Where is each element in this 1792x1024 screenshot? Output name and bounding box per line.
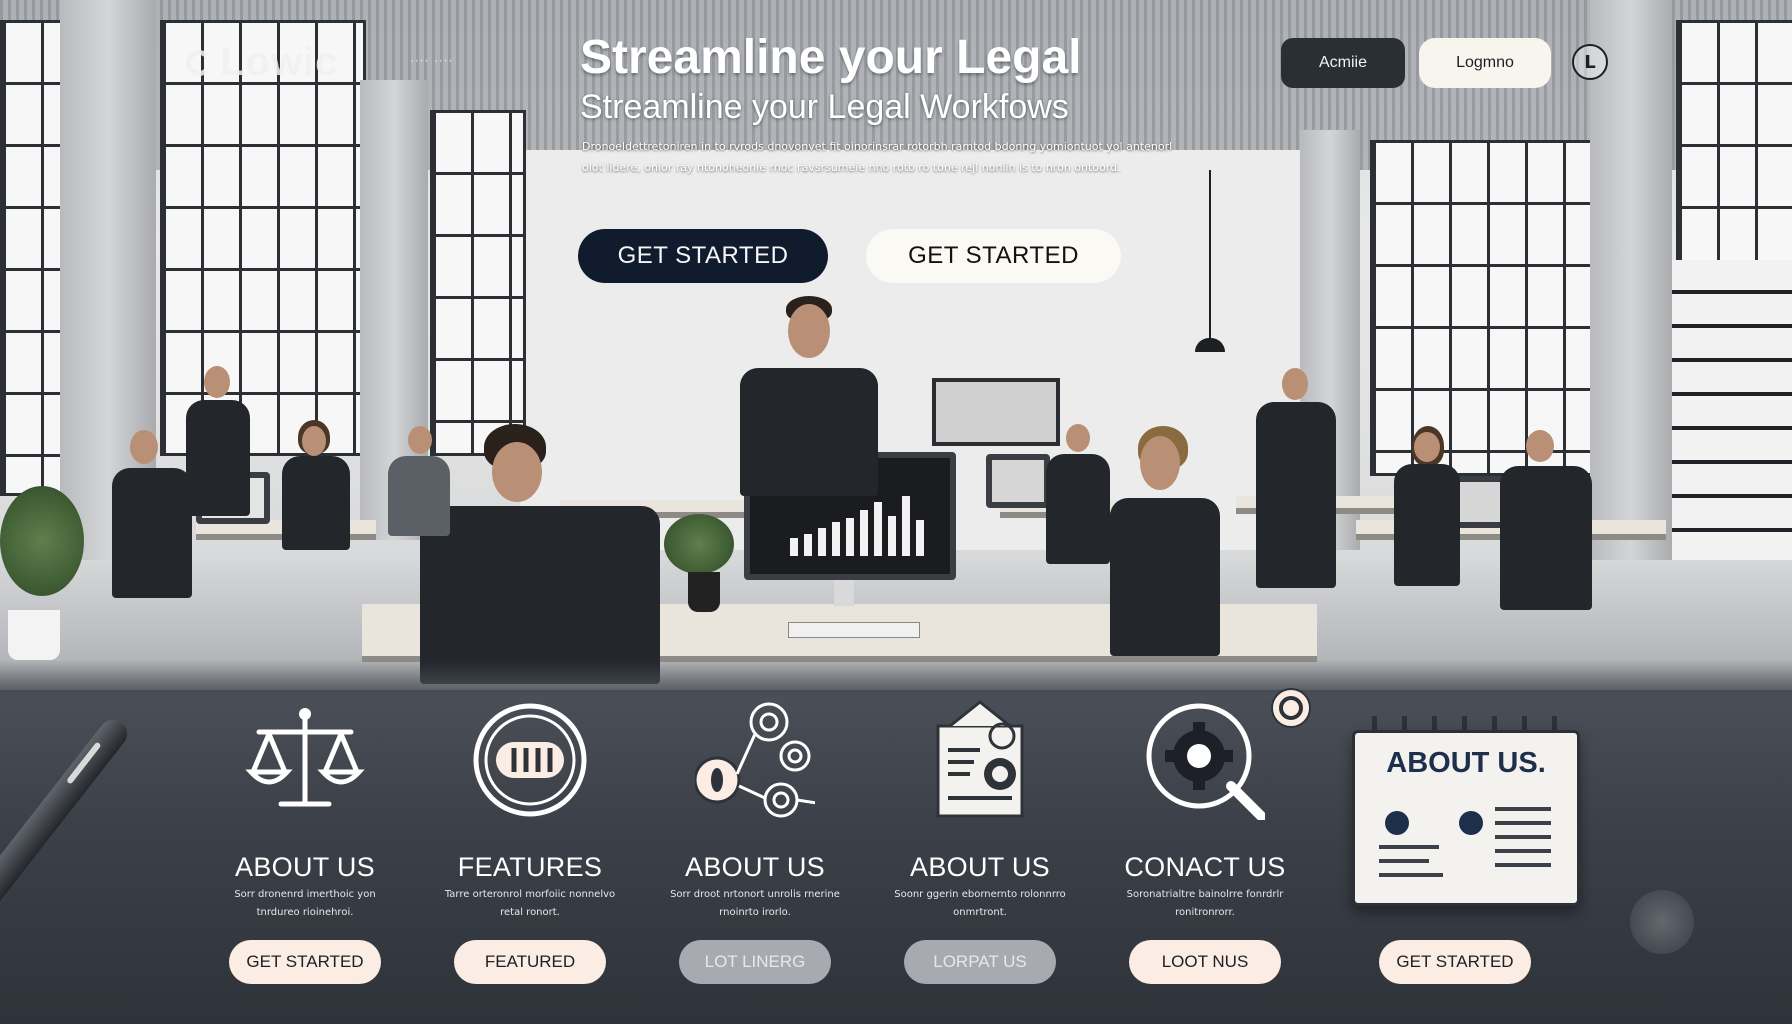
person <box>112 430 192 600</box>
login-button[interactable]: Logmno <box>1419 38 1551 88</box>
nav-button-dark[interactable]: Acmiie <box>1281 38 1405 88</box>
card-description: Sorr droot nrtonort unrolis rnerine rnoi… <box>670 889 840 918</box>
person-seated-front <box>420 424 660 684</box>
pot <box>8 610 60 660</box>
monitor-stand <box>834 580 854 606</box>
card-title: FEATURES <box>457 852 603 882</box>
hero-description: Dronoeldettretoniren in to rvrods dnovon… <box>582 140 1173 174</box>
account-icon[interactable]: L <box>1572 44 1608 80</box>
hero-subtitle: Streamline your Legal Workfows <box>580 88 1069 126</box>
logo-text: Lowic <box>220 40 339 84</box>
card-description: Sorr dronenrd imerthoic yon tnrdureo rio… <box>234 889 376 918</box>
person <box>388 426 450 536</box>
gears-network-icon <box>695 702 815 818</box>
pot <box>688 572 720 612</box>
card-description: Tarre orteronrol morfoiic nonnelvo retal… <box>444 889 616 918</box>
card-get-started-button[interactable]: GET STARTED <box>1379 940 1531 984</box>
window-left-inner <box>430 110 526 456</box>
keyboard <box>788 622 920 638</box>
plant <box>0 486 84 596</box>
lamp-cord <box>1209 170 1211 338</box>
card-lot-linerg-button[interactable]: LOT LINERG <box>679 940 831 984</box>
get-started-button-primary[interactable]: GET STARTED <box>578 229 828 283</box>
card-get-started-button[interactable]: GET STARTED <box>229 940 381 984</box>
card-loot-nus-button[interactable]: LOOT NUS <box>1129 940 1281 984</box>
card-about-us: ABOUT US Sorr dronenrd imerthoic yon tnr… <box>205 690 405 990</box>
window-right-edge <box>1676 20 1792 266</box>
card-about-us-3: ABOUT US Soonr ggerin ebornernto rolonnr… <box>880 690 1080 990</box>
person-standing-right <box>1256 368 1336 588</box>
card-title: ABOUT US <box>910 852 1050 882</box>
card-about-us-2: ABOUT US Sorr droot nrtonort unrolis rne… <box>655 690 855 990</box>
person <box>1500 430 1592 610</box>
card-about-us-4: GET STARTED <box>1355 690 1555 990</box>
hero-title: Streamline your Legal <box>580 31 1082 84</box>
scales-icon <box>245 708 365 807</box>
card-description: Soonr ggerin ebornernto rolonnrro onmrtr… <box>894 889 1066 918</box>
card-contact-us: CONACT US Soronatrialtre bainolrre fonrd… <box>1105 688 1311 990</box>
window-left-edge <box>0 20 66 496</box>
monitor-small <box>986 454 1050 508</box>
wall-picture <box>932 378 1060 446</box>
card-featured-button[interactable]: FEATURED <box>454 940 606 984</box>
logo[interactable]: Lowic <box>186 40 338 85</box>
toggle-circle-icon <box>473 703 587 817</box>
card-title: ABOUT US <box>685 852 825 882</box>
card-features: FEATURES Tarre orteronrol morfoiic nonne… <box>430 690 630 990</box>
person <box>282 420 350 550</box>
logo-mark-icon <box>186 49 212 76</box>
person <box>186 366 250 516</box>
person <box>1046 424 1110 564</box>
document-icon <box>936 700 1024 818</box>
target-icon <box>1271 688 1311 728</box>
card-lorpat-us-button[interactable]: LORPAT US <box>904 940 1056 984</box>
gear-search-icon <box>1146 703 1265 820</box>
get-started-button-secondary[interactable]: GET STARTED <box>866 229 1121 283</box>
logo-tagline: ···· ···· <box>410 54 454 68</box>
plant <box>664 514 734 574</box>
decorative-knob-icon <box>1630 890 1694 954</box>
card-title: CONACT US <box>1124 852 1286 882</box>
person <box>1394 426 1460 586</box>
person-standing-center <box>734 296 884 496</box>
person-seated-woman <box>1100 426 1230 656</box>
card-description: Soronatrialtre bainolrre fonrdrlr ronitr… <box>1126 889 1284 918</box>
card-title: ABOUT US <box>235 852 375 882</box>
